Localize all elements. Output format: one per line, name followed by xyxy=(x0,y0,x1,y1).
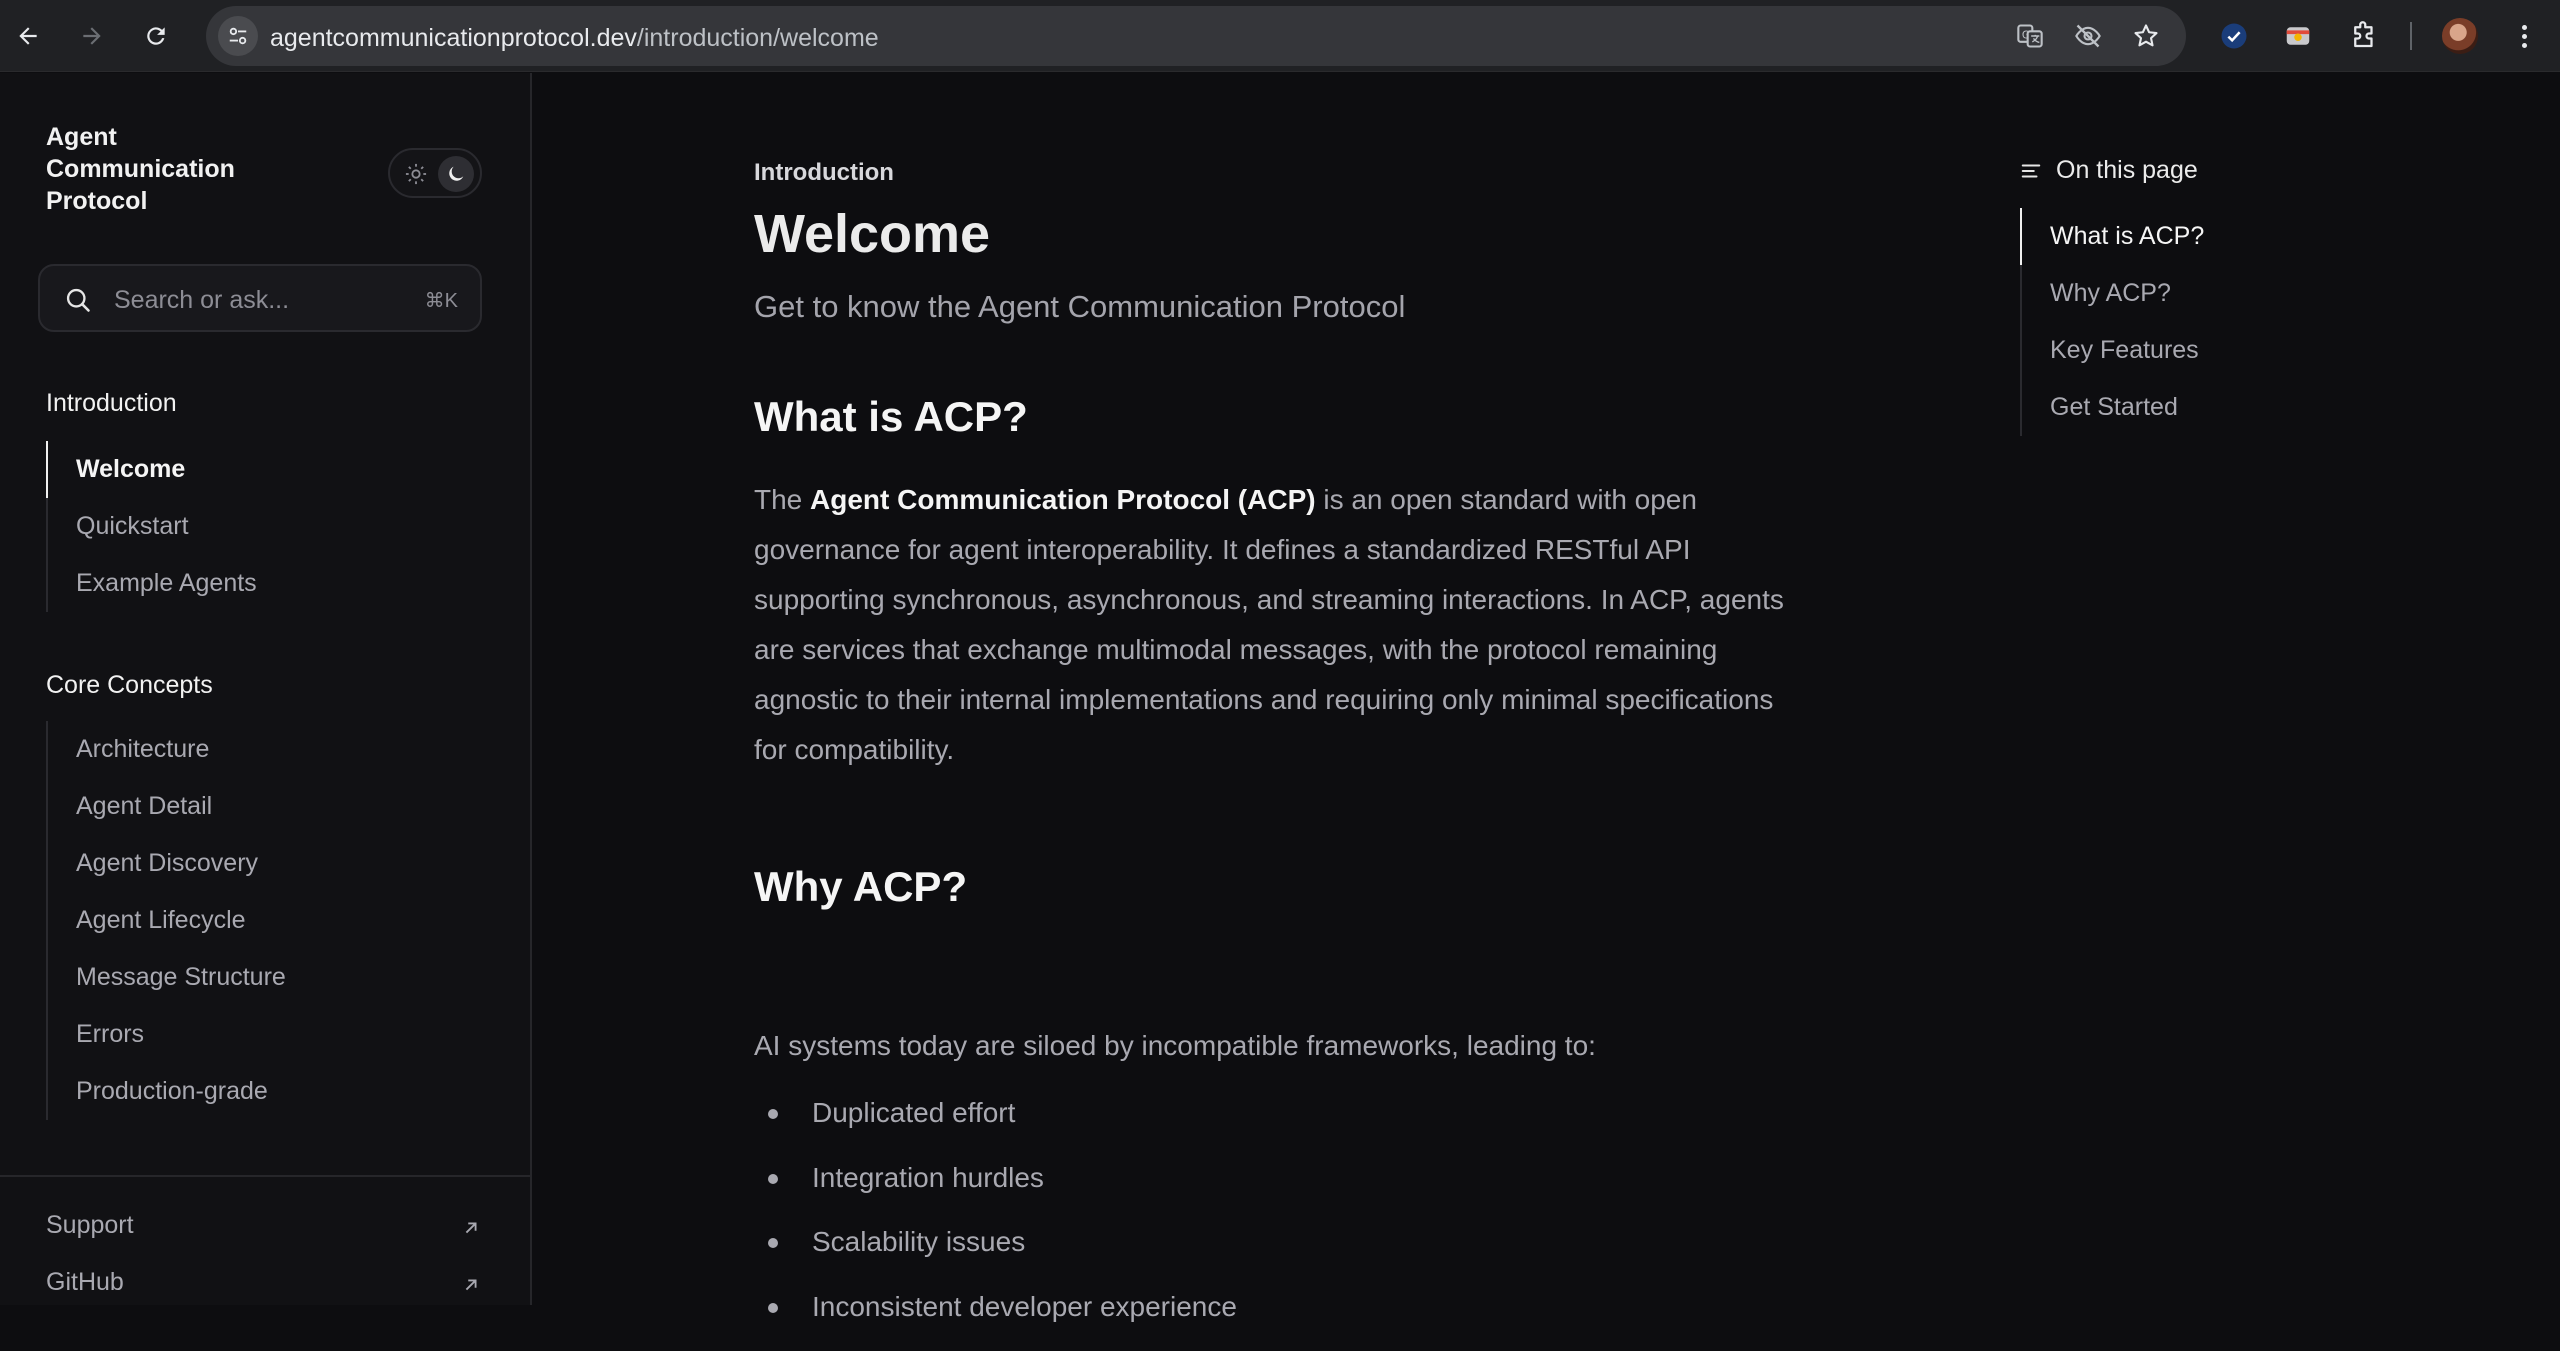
chrome-extension-button[interactable] xyxy=(2280,18,2316,54)
table-of-contents: What is ACP? Why ACP? Key Features Get S… xyxy=(2020,208,2204,436)
page-title: Welcome xyxy=(754,203,990,265)
toc-item-why-acp[interactable]: Why ACP? xyxy=(2022,265,2204,322)
toc-item-get-started[interactable]: Get Started xyxy=(2022,379,2204,436)
why-acp-list: Duplicated effort Integration hurdles Sc… xyxy=(754,1093,1794,1351)
back-icon xyxy=(15,23,41,49)
checkmark-extension-icon xyxy=(2219,21,2249,51)
more-menu-icon[interactable] xyxy=(2506,18,2542,54)
external-link-icon xyxy=(460,1217,482,1239)
puzzle-icon xyxy=(2349,21,2379,51)
list-item: Integration hurdles xyxy=(754,1158,1794,1223)
extensions-button[interactable] xyxy=(2346,18,2382,54)
toc-item-what-is-acp[interactable]: What is ACP? xyxy=(2022,208,2204,265)
list-item-text: Integration hurdles xyxy=(812,1162,1044,1193)
main-content: Introduction Welcome Get to know the Age… xyxy=(534,73,2560,1305)
sidebar-item-example-agents[interactable]: Example Agents xyxy=(48,555,257,612)
sun-icon[interactable] xyxy=(404,162,428,186)
sidebar-item-architecture[interactable]: Architecture xyxy=(48,721,286,778)
breadcrumb-section: Introduction xyxy=(754,159,894,187)
checkmark-extension-button[interactable] xyxy=(2216,18,2252,54)
nav-section-introduction: Introduction xyxy=(46,389,177,418)
sidebar-footer: Support GitHub xyxy=(0,1175,530,1177)
toolbar-separator xyxy=(2410,22,2412,50)
forward-button[interactable] xyxy=(72,16,112,56)
star-icon xyxy=(2132,22,2160,50)
url-host: agentcommunicationprotocol.dev xyxy=(270,24,637,52)
list-item: Scalability issues xyxy=(754,1222,1794,1287)
back-button[interactable] xyxy=(8,16,48,56)
list-item-text: Inconsistent developer experience xyxy=(812,1291,1237,1322)
site-info-button[interactable] xyxy=(218,16,258,56)
eye-off-icon xyxy=(2074,22,2102,50)
external-link-icon xyxy=(460,1274,482,1296)
bullet-dot xyxy=(768,1174,778,1184)
list-item: Duplicated effort xyxy=(754,1093,1794,1158)
docs-sidebar: Agent Communication Protocol xyxy=(0,73,532,1305)
heading-what-is-acp: What is ACP? xyxy=(754,393,1028,441)
reload-button[interactable] xyxy=(136,16,176,56)
tracking-protection-button[interactable] xyxy=(2072,20,2104,52)
para-bold: Agent Communication Protocol (ACP) xyxy=(810,484,1316,515)
search-shortcut: ⌘K xyxy=(425,288,458,313)
page-subtitle: Get to know the Agent Communication Prot… xyxy=(754,289,1405,325)
bullet-dot xyxy=(768,1303,778,1313)
translate-button[interactable]: G xyxy=(2014,20,2046,52)
sidebar-item-agent-lifecycle[interactable]: Agent Lifecycle xyxy=(48,892,286,949)
nav-group-introduction: Welcome Quickstart Example Agents xyxy=(46,441,257,612)
list-item: Inconsistent developer experience xyxy=(754,1287,1794,1351)
search-placeholder: Search or ask... xyxy=(114,286,289,315)
list-item-text: Scalability issues xyxy=(812,1226,1025,1257)
url-path: /introduction/welcome xyxy=(637,24,879,52)
search-icon xyxy=(64,286,92,314)
chrome-extension-icon xyxy=(2283,21,2313,51)
address-bar[interactable]: agentcommunicationprotocol.dev/introduct… xyxy=(206,6,2186,66)
list-icon xyxy=(2020,160,2042,182)
para-rest: is an open standard with open governance… xyxy=(754,484,1784,765)
sidebar-item-production-grade[interactable]: Production-grade xyxy=(48,1063,286,1120)
sidebar-item-agent-detail[interactable]: Agent Detail xyxy=(48,778,286,835)
sidebar-item-quickstart[interactable]: Quickstart xyxy=(48,498,257,555)
sidebar-item-welcome[interactable]: Welcome xyxy=(48,441,257,498)
site-info-icon xyxy=(227,25,249,47)
nav-group-core-concepts: Architecture Agent Detail Agent Discover… xyxy=(46,721,286,1120)
sidebar-item-errors[interactable]: Errors xyxy=(48,1006,286,1063)
nav-section-core-concepts: Core Concepts xyxy=(46,671,213,700)
toc-item-key-features[interactable]: Key Features xyxy=(2022,322,2204,379)
site-logo-title[interactable]: Agent Communication Protocol xyxy=(46,121,256,217)
browser-toolbar: agentcommunicationprotocol.dev/introduct… xyxy=(0,0,2560,72)
sidebar-item-message-structure[interactable]: Message Structure xyxy=(48,949,286,1006)
support-link[interactable]: Support xyxy=(46,1211,482,1251)
github-link[interactable]: GitHub xyxy=(46,1268,482,1308)
heading-why-acp: Why ACP? xyxy=(754,863,967,911)
reload-icon xyxy=(143,23,169,49)
bookmark-button[interactable] xyxy=(2130,20,2162,52)
profile-avatar[interactable] xyxy=(2442,18,2478,54)
url-text[interactable]: agentcommunicationprotocol.dev/introduct… xyxy=(270,24,879,53)
para-prefix: The xyxy=(754,484,810,515)
moon-icon[interactable] xyxy=(438,156,474,192)
why-acp-intro: AI systems today are siloed by incompati… xyxy=(754,1021,1794,1071)
theme-toggle[interactable] xyxy=(388,148,482,198)
translate-icon: G xyxy=(2016,22,2044,50)
list-item-text: Duplicated effort xyxy=(812,1097,1015,1128)
forward-icon xyxy=(79,23,105,49)
github-link-label: GitHub xyxy=(46,1268,124,1296)
bullet-dot xyxy=(768,1238,778,1248)
sidebar-item-agent-discovery[interactable]: Agent Discovery xyxy=(48,835,286,892)
support-link-label: Support xyxy=(46,1211,134,1239)
toc-title: On this page xyxy=(2056,156,2198,185)
bullet-dot xyxy=(768,1109,778,1119)
what-is-acp-paragraph: The Agent Communication Protocol (ACP) i… xyxy=(754,475,1794,775)
search-input[interactable]: Search or ask... ⌘K xyxy=(38,264,482,332)
